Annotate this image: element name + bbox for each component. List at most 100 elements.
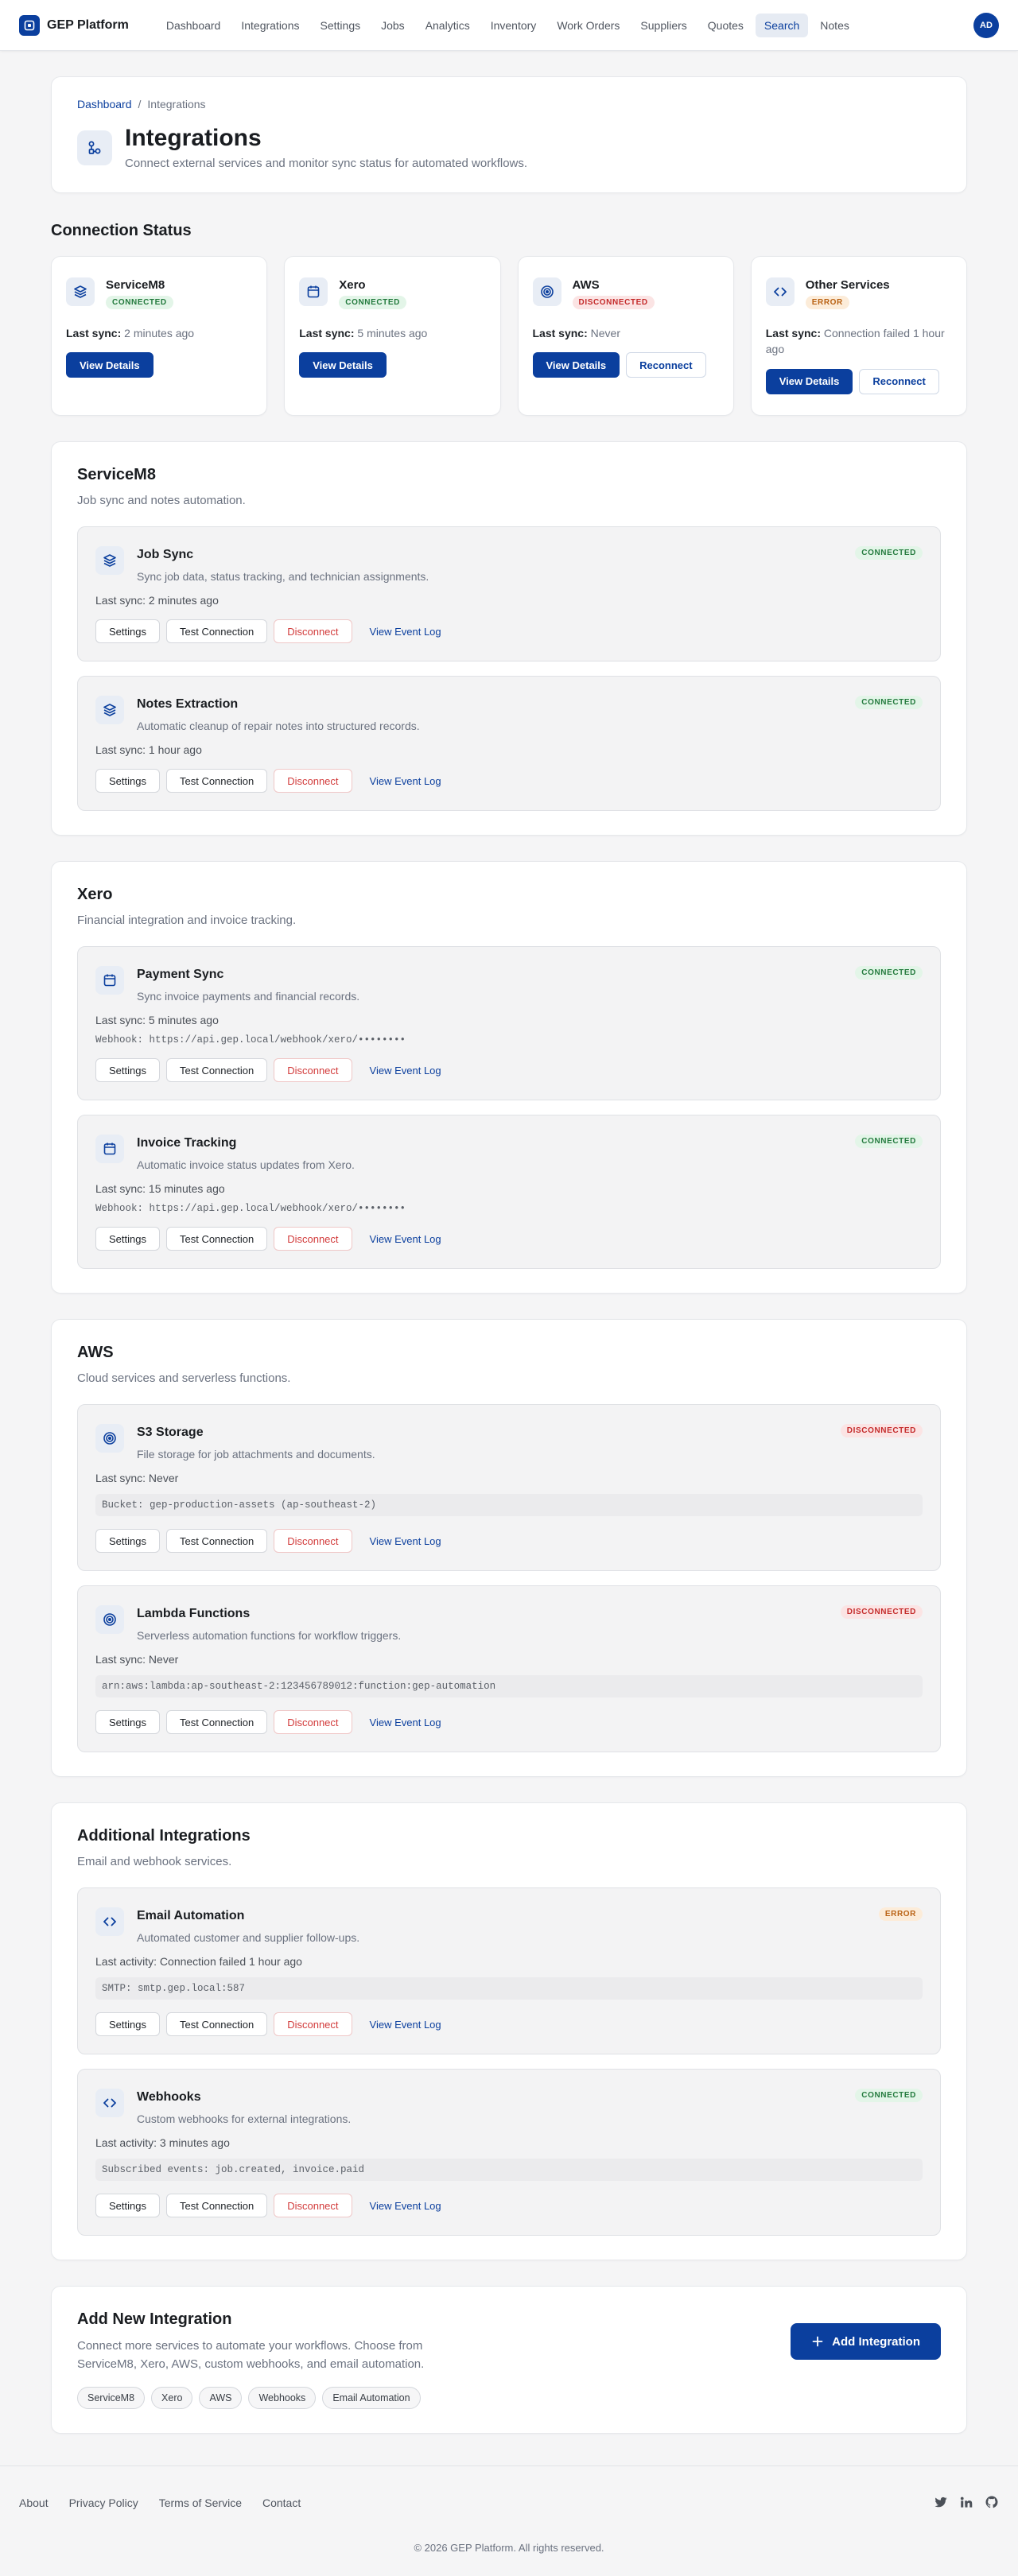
- disconnect-button[interactable]: Disconnect: [274, 1529, 352, 1553]
- layers-icon: [95, 546, 124, 575]
- github-icon[interactable]: [985, 2495, 999, 2512]
- last-sync-label: Last sync:: [66, 327, 122, 339]
- view-details-button[interactable]: View Details: [299, 352, 387, 378]
- view-event-log-link[interactable]: View Event Log: [370, 2200, 441, 2212]
- settings-button[interactable]: Settings: [95, 619, 160, 643]
- view-event-log-link[interactable]: View Event Log: [370, 1535, 441, 1547]
- last-sync: Last sync: 5 minutes ago: [299, 325, 485, 341]
- integration-item-job-sync: Job Sync Sync job data, status tracking, …: [77, 526, 941, 661]
- disconnect-button[interactable]: Disconnect: [274, 2012, 352, 2036]
- settings-button[interactable]: Settings: [95, 1529, 160, 1553]
- reconnect-button[interactable]: Reconnect: [859, 368, 939, 394]
- status-badge: CONNECTED: [855, 696, 923, 709]
- status-badge: ERROR: [878, 1907, 923, 1921]
- nav-item-inventory[interactable]: Inventory: [482, 14, 546, 37]
- nav-item-settings[interactable]: Settings: [312, 14, 370, 37]
- footer-link-contact[interactable]: Contact: [262, 2496, 301, 2509]
- test-connection-button[interactable]: Test Connection: [165, 1529, 268, 1553]
- nav-item-analytics[interactable]: Analytics: [417, 14, 479, 37]
- reconnect-button[interactable]: Reconnect: [626, 352, 706, 378]
- integration-desc: File storage for job attachments and doc…: [137, 1448, 375, 1461]
- settings-button[interactable]: Settings: [95, 1710, 160, 1734]
- status-card-other-services: Other Services ERROR Last sync: Connection…: [750, 256, 967, 416]
- footer-link-terms-of-service[interactable]: Terms of Service: [159, 2496, 242, 2509]
- integration-desc: Sync job data, status tracking, and tech…: [137, 570, 429, 583]
- settings-button[interactable]: Settings: [95, 1227, 160, 1251]
- integrations-icon: [77, 130, 112, 165]
- test-connection-button[interactable]: Test Connection: [165, 1058, 268, 1082]
- code-icon: [95, 2089, 124, 2117]
- add-integration-button[interactable]: Add Integration: [791, 2323, 941, 2360]
- integration-chip[interactable]: Email Automation: [322, 2386, 421, 2409]
- disconnect-button[interactable]: Disconnect: [274, 619, 352, 643]
- nav-item-work-orders[interactable]: Work Orders: [548, 14, 628, 37]
- integration-chip[interactable]: Webhooks: [248, 2386, 317, 2409]
- integration-desc: Custom webhooks for external integration…: [137, 2112, 352, 2125]
- view-event-log-link[interactable]: View Event Log: [370, 2019, 441, 2031]
- last-sync-value: 5 minutes ago: [357, 327, 428, 339]
- view-event-log-link[interactable]: View Event Log: [370, 1233, 441, 1245]
- integration-chip[interactable]: ServiceM8: [77, 2386, 146, 2409]
- top-navbar: GEP Platform Dashboard Integrations Settin…: [0, 0, 1018, 51]
- add-integration-desc: Connect more services to automate your w…: [77, 2339, 425, 2372]
- settings-button[interactable]: Settings: [95, 2012, 160, 2036]
- test-connection-button[interactable]: Test Connection: [165, 769, 268, 793]
- page-subtitle: Connect external services and monitor sy…: [125, 157, 528, 170]
- test-connection-button[interactable]: Test Connection: [165, 1227, 268, 1251]
- settings-button[interactable]: Settings: [95, 2194, 160, 2217]
- nav-item-dashboard[interactable]: Dashboard: [157, 14, 230, 37]
- breadcrumb: Dashboard / Integrations: [77, 98, 941, 111]
- view-event-log-link[interactable]: View Event Log: [370, 775, 441, 787]
- group-subtitle: Financial integration and invoice tracki…: [77, 914, 297, 927]
- last-sync-label: Last sync:: [765, 327, 821, 339]
- integration-desc: Serverless automation functions for work…: [137, 1629, 402, 1642]
- integration-chip[interactable]: Xero: [151, 2386, 193, 2409]
- code-icon: [765, 277, 795, 306]
- test-connection-button[interactable]: Test Connection: [165, 1710, 268, 1734]
- breadcrumb-link-dashboard[interactable]: Dashboard: [77, 98, 132, 111]
- main-nav: Dashboard Integrations Settings Jobs Analyti…: [157, 13, 973, 37]
- integration-groups: ServiceM8 Job sync and notes automation. J…: [51, 441, 967, 2260]
- disconnect-button[interactable]: Disconnect: [274, 1227, 352, 1251]
- integration-name: Webhooks: [137, 2090, 201, 2104]
- test-connection-button[interactable]: Test Connection: [165, 2012, 268, 2036]
- settings-button[interactable]: Settings: [95, 769, 160, 793]
- disconnect-button[interactable]: Disconnect: [274, 769, 352, 793]
- code-icon: [95, 1907, 124, 1936]
- nav-item-jobs[interactable]: Jobs: [372, 14, 414, 37]
- breadcrumb-separator: /: [138, 98, 142, 111]
- nav-item-notes[interactable]: Notes: [811, 14, 858, 37]
- twitter-icon[interactable]: [934, 2495, 948, 2512]
- footer-link-about[interactable]: About: [19, 2496, 49, 2509]
- view-details-button[interactable]: View Details: [765, 368, 853, 394]
- status-badge: ERROR: [805, 296, 849, 309]
- view-event-log-link[interactable]: View Event Log: [370, 1717, 441, 1728]
- view-details-button[interactable]: View Details: [66, 352, 153, 378]
- integration-item-notes-extraction: Notes Extraction Automatic cleanup of rep…: [77, 676, 941, 811]
- brand[interactable]: GEP Platform: [19, 14, 129, 36]
- disconnect-button[interactable]: Disconnect: [274, 2194, 352, 2217]
- nav-item-quotes[interactable]: Quotes: [699, 14, 752, 37]
- status-badge: CONNECTED: [855, 1135, 923, 1148]
- view-event-log-link[interactable]: View Event Log: [370, 1065, 441, 1077]
- footer-link-privacy-policy[interactable]: Privacy Policy: [69, 2496, 138, 2509]
- test-connection-button[interactable]: Test Connection: [165, 2194, 268, 2217]
- page-title: Integrations: [125, 125, 262, 151]
- last-sync: Last sync: Never: [95, 1472, 179, 1484]
- integration-chip[interactable]: AWS: [199, 2386, 243, 2409]
- nav-item-integrations[interactable]: Integrations: [232, 14, 308, 37]
- integration-desc: Automatic invoice status updates from Xe…: [137, 1158, 355, 1171]
- footer: About Privacy Policy Terms of Service Conta…: [0, 2465, 1018, 2576]
- disconnect-button[interactable]: Disconnect: [274, 1058, 352, 1082]
- disconnect-button[interactable]: Disconnect: [274, 1710, 352, 1734]
- add-integration-card: Add New Integration Connect more service…: [51, 2286, 967, 2434]
- footer-links: About Privacy Policy Terms of Service Conta…: [19, 2496, 301, 2509]
- linkedin-icon[interactable]: [959, 2495, 973, 2512]
- view-details-button[interactable]: View Details: [532, 352, 620, 378]
- nav-item-search[interactable]: Search: [755, 13, 809, 37]
- avatar[interactable]: AD: [973, 12, 999, 38]
- settings-button[interactable]: Settings: [95, 1058, 160, 1082]
- nav-item-suppliers[interactable]: Suppliers: [631, 14, 695, 37]
- test-connection-button[interactable]: Test Connection: [165, 619, 268, 643]
- view-event-log-link[interactable]: View Event Log: [370, 626, 441, 638]
